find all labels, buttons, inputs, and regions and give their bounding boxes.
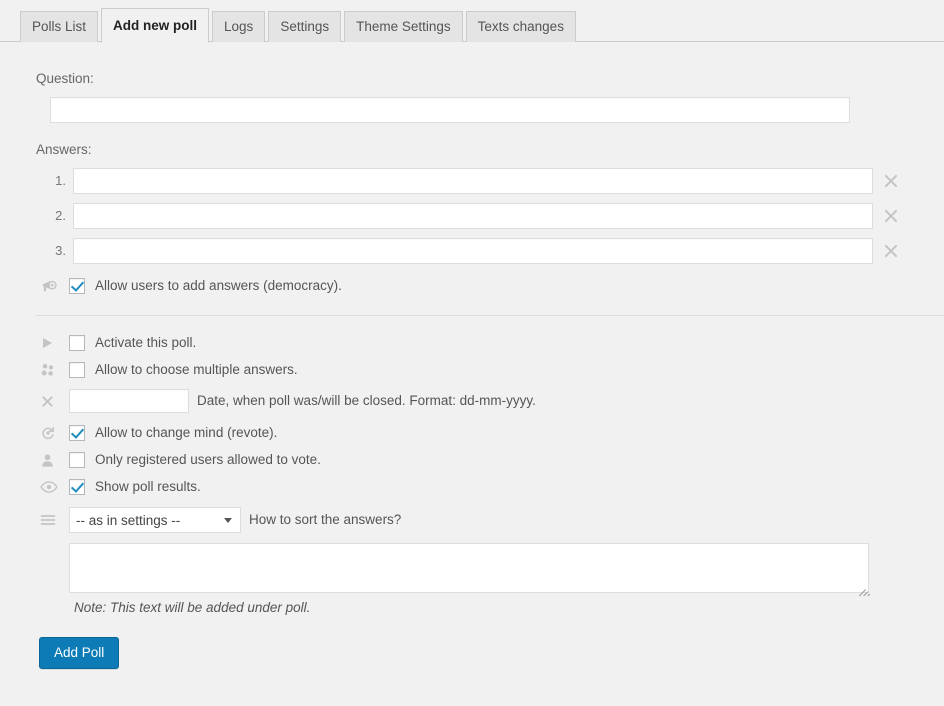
answer-number: 2. xyxy=(55,208,66,223)
sort-answers-label: How to sort the answers? xyxy=(249,512,402,527)
group-users-icon xyxy=(36,359,66,381)
answer-input-3[interactable] xyxy=(73,238,873,264)
multiple-answers-label: Allow to choose multiple answers. xyxy=(95,362,298,377)
show-results-checkbox[interactable] xyxy=(69,479,85,495)
registered-users-checkbox[interactable] xyxy=(69,452,85,468)
tab-theme-settings[interactable]: Theme Settings xyxy=(344,11,463,42)
note-hint-text: Note: This text will be added under poll… xyxy=(74,600,311,615)
close-date-input[interactable] xyxy=(69,389,189,413)
revote-row: Allow to change mind (revote). xyxy=(36,420,944,446)
note-section: Note: This text will be added under poll… xyxy=(69,543,944,615)
show-results-label: Show poll results. xyxy=(95,479,201,494)
question-label: Question: xyxy=(36,71,94,86)
person-icon xyxy=(36,449,66,471)
answer-row: 3. xyxy=(36,238,944,264)
add-poll-form: Question: Answers: 1. 2. 3. Allow users … xyxy=(0,42,944,669)
sort-row: -- as in settings -- How to sort the ans… xyxy=(36,507,944,533)
answer-row: 2. xyxy=(36,203,944,229)
sort-answers-select[interactable]: -- as in settings -- xyxy=(69,507,241,533)
play-triangle-icon xyxy=(36,332,66,354)
sort-answers-selected-value: -- as in settings -- xyxy=(76,512,181,528)
tab-add-new-poll[interactable]: Add new poll xyxy=(101,8,210,43)
hamburger-lines-icon xyxy=(36,509,66,531)
tab-logs[interactable]: Logs xyxy=(212,11,266,42)
remove-answer-icon[interactable] xyxy=(882,207,900,225)
chevron-down-icon xyxy=(224,518,232,523)
revote-checkbox[interactable] xyxy=(69,425,85,441)
registered-users-label: Only registered users allowed to vote. xyxy=(95,452,321,467)
remove-answer-icon[interactable] xyxy=(882,172,900,190)
section-divider xyxy=(36,315,944,316)
answers-list: 1. 2. 3. xyxy=(36,168,944,264)
revote-circle-icon xyxy=(36,422,66,444)
revote-label: Allow to change mind (revote). xyxy=(95,425,278,440)
answer-input-1[interactable] xyxy=(73,168,873,194)
tab-settings[interactable]: Settings xyxy=(268,11,342,42)
activate-poll-row: Activate this poll. xyxy=(36,330,944,356)
activate-poll-checkbox[interactable] xyxy=(69,335,85,351)
eye-icon xyxy=(36,476,66,498)
tab-polls-list[interactable]: Polls List xyxy=(20,11,99,42)
add-poll-button[interactable]: Add Poll xyxy=(39,637,120,669)
answer-number: 3. xyxy=(55,243,66,258)
note-textarea-holder xyxy=(69,543,871,597)
multiple-answers-checkbox[interactable] xyxy=(69,362,85,378)
question-input[interactable] xyxy=(50,97,850,123)
activate-poll-label: Activate this poll. xyxy=(95,335,197,350)
answer-row: 1. xyxy=(36,168,944,194)
megaphone-icon xyxy=(36,275,66,297)
multiple-answers-row: Allow to choose multiple answers. xyxy=(36,357,944,383)
x-mark-icon xyxy=(36,390,66,412)
answers-label: Answers: xyxy=(36,142,92,157)
answer-number: 1. xyxy=(55,173,66,188)
democracy-row: Allow users to add answers (democracy). xyxy=(36,273,944,299)
tab-bar: Polls List Add new poll Logs Settings Th… xyxy=(0,0,944,43)
answer-input-2[interactable] xyxy=(73,203,873,229)
show-results-row: Show poll results. xyxy=(36,474,944,500)
close-date-hint: Date, when poll was/will be closed. Form… xyxy=(197,393,536,408)
note-textarea[interactable] xyxy=(69,543,869,593)
registered-users-row: Only registered users allowed to vote. xyxy=(36,447,944,473)
remove-answer-icon[interactable] xyxy=(882,242,900,260)
democracy-label: Allow users to add answers (democracy). xyxy=(95,278,342,293)
close-date-row: Date, when poll was/will be closed. Form… xyxy=(36,388,944,414)
tab-texts-changes[interactable]: Texts changes xyxy=(465,11,576,42)
democracy-checkbox[interactable] xyxy=(69,278,85,294)
